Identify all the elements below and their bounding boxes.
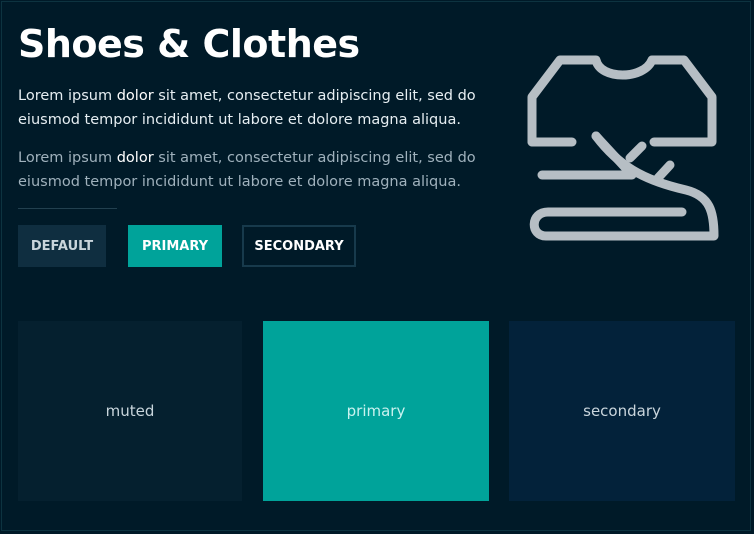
page-title: Shoes & Clothes <box>18 22 360 66</box>
secondary-card: secondary <box>509 321 735 501</box>
card-label: primary <box>346 402 406 420</box>
highlight-word: dolor <box>116 88 154 104</box>
paragraph-text: Lorem ipsum <box>18 88 117 104</box>
secondary-button[interactable]: SECONDARY <box>242 225 356 267</box>
card-label: muted <box>105 402 155 420</box>
shirt-and-shoe-icon <box>527 55 719 241</box>
highlight-word: dolor <box>116 150 154 166</box>
default-button[interactable]: DEFAULT <box>18 225 106 267</box>
primary-button[interactable]: PRIMARY <box>128 225 222 267</box>
muted-card: muted <box>18 321 242 501</box>
secondary-paragraph: Lorem ipsum dolor sit amet, consectetur … <box>18 146 478 194</box>
paragraph-text: Lorem ipsum <box>18 150 117 166</box>
card-label: secondary <box>583 402 661 420</box>
primary-card: primary <box>263 321 489 501</box>
divider <box>18 208 117 209</box>
intro-paragraph: Lorem ipsum dolor sit amet, consectetur … <box>18 84 478 132</box>
